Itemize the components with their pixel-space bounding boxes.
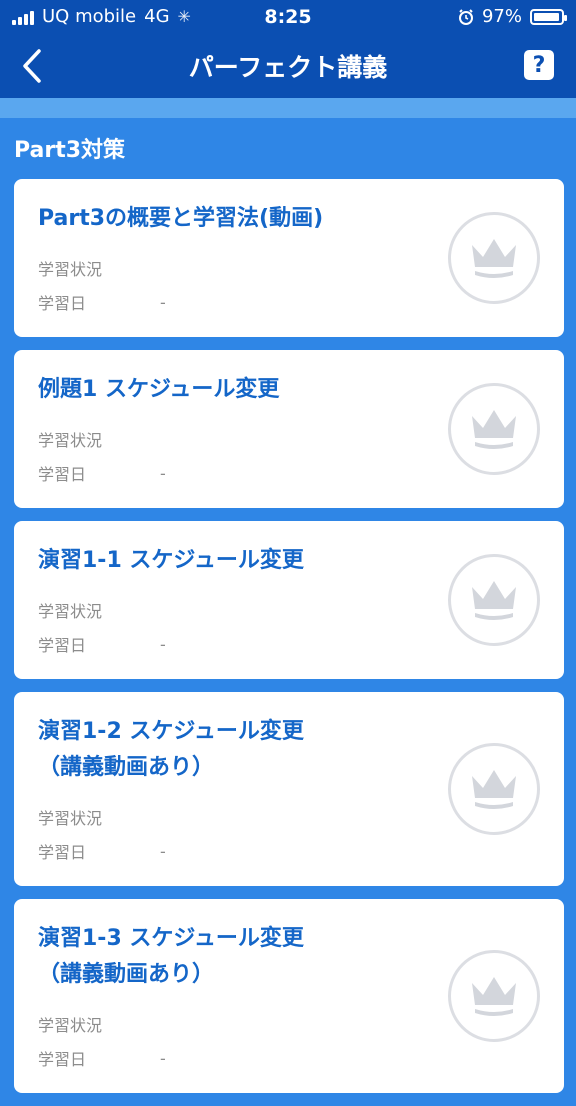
status-row: 学習状況 <box>38 251 424 285</box>
alarm-icon <box>458 8 473 25</box>
status-label: 学習状況 <box>38 1016 103 1035</box>
date-label: 学習日 <box>38 294 87 313</box>
help-button[interactable]: ? <box>524 50 554 80</box>
section-title: Part3対策 <box>14 138 126 163</box>
date-value: - <box>160 1048 166 1068</box>
lesson-card[interactable]: 例題1 スケジュール変更 学習状況 学習日 - <box>14 350 564 508</box>
crown-badge <box>448 383 540 475</box>
lesson-list: Part3の概要と学習法(動画) 学習状況 学習日 - 例題1 スケジュール変更… <box>14 179 564 1106</box>
crown-icon <box>472 770 516 809</box>
status-row: 学習状況 <box>38 800 424 834</box>
battery-fill <box>534 12 560 21</box>
date-label: 学習日 <box>38 1050 87 1069</box>
status-label: 学習状況 <box>38 260 103 279</box>
battery-percent: 97% <box>481 6 522 27</box>
date-value: - <box>160 463 166 483</box>
crown-badge <box>448 950 540 1042</box>
crown-badge <box>448 212 540 304</box>
sub-bar <box>0 98 576 118</box>
crown-icon <box>472 239 516 278</box>
battery-icon <box>530 8 567 25</box>
status-row: 学習状況 <box>38 1007 424 1041</box>
lesson-title: 演習1-3 スケジュール変更 （講義動画あり） <box>38 926 304 987</box>
date-row: 学習日 - <box>38 834 424 868</box>
date-row: 学習日 - <box>38 1041 424 1075</box>
date-label: 学習日 <box>38 843 87 862</box>
crown-icon <box>472 581 516 620</box>
date-value: - <box>160 634 166 654</box>
crown-icon <box>472 410 516 449</box>
lesson-card[interactable]: 演習1-3 スケジュール変更 （講義動画あり） 学習状況 学習日 - <box>14 899 564 1093</box>
lesson-card[interactable]: 演習1-1 スケジュール変更 学習状況 学習日 - <box>14 521 564 679</box>
lesson-meta: 学習状況 学習日 - <box>38 422 424 490</box>
date-value: - <box>160 841 166 861</box>
date-row: 学習日 - <box>38 285 424 319</box>
status-label: 学習状況 <box>38 431 103 450</box>
status-right: 97% <box>458 6 567 27</box>
lesson-meta: 学習状況 学習日 - <box>38 1007 424 1075</box>
lesson-meta: 学習状況 学習日 - <box>38 800 424 868</box>
crown-icon <box>472 977 516 1016</box>
lesson-title: 例題1 スケジュール変更 <box>38 377 280 402</box>
page-title: パーフェクト講義 <box>188 53 388 82</box>
lesson-meta: 学習状況 学習日 - <box>38 593 424 661</box>
lesson-meta: 学習状況 学習日 - <box>38 251 424 319</box>
lesson-card[interactable]: 演習1-2 スケジュール変更 （講義動画あり） 学習状況 学習日 - <box>14 692 564 886</box>
lesson-title: Part3の概要と学習法(動画) <box>38 206 324 231</box>
date-value: - <box>160 292 166 312</box>
nav-bar: パーフェクト講義 ? <box>0 34 576 98</box>
status-bar: UQ mobile 4G ✳ 8:25 97% <box>0 0 576 34</box>
date-label: 学習日 <box>38 636 87 655</box>
lesson-title: 演習1-2 スケジュール変更 （講義動画あり） <box>38 719 304 780</box>
status-row: 学習状況 <box>38 422 424 456</box>
crown-badge <box>448 743 540 835</box>
date-row: 学習日 - <box>38 456 424 490</box>
status-label: 学習状況 <box>38 809 103 828</box>
lesson-card[interactable]: Part3の概要と学習法(動画) 学習状況 学習日 - <box>14 179 564 337</box>
status-row: 学習状況 <box>38 593 424 627</box>
status-label: 学習状況 <box>38 602 103 621</box>
crown-badge <box>448 554 540 646</box>
date-row: 学習日 - <box>38 627 424 661</box>
date-label: 学習日 <box>38 465 87 484</box>
lesson-title: 演習1-1 スケジュール変更 <box>38 548 304 573</box>
